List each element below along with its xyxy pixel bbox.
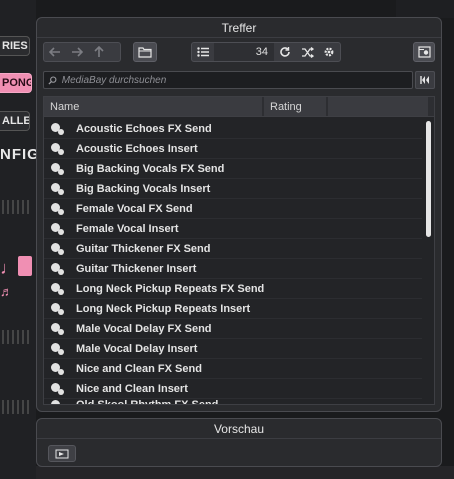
table-row[interactable]: Nice and Clean Insert — [44, 379, 422, 399]
table-row[interactable]: Male Vocal Delay Insert — [44, 339, 422, 359]
row-label: Guitar Thickener Insert — [76, 262, 197, 275]
forward-arrow-icon[interactable] — [66, 43, 88, 61]
table-row[interactable]: Female Vocal FX Send — [44, 199, 422, 219]
background-chip: RIES — [0, 36, 30, 56]
table-row[interactable]: Guitar Thickener Insert — [44, 259, 422, 279]
background-top-area — [396, 0, 454, 18]
table-row[interactable]: Male Vocal Delay FX Send — [44, 319, 422, 339]
preset-icon — [49, 222, 67, 236]
search-input[interactable] — [56, 74, 412, 86]
row-label: Male Vocal Delay FX Send — [76, 322, 212, 335]
preset-icon — [49, 282, 67, 296]
preset-icon — [49, 162, 67, 176]
row-label: Female Vocal FX Send — [76, 202, 193, 215]
background-knob-strip — [2, 330, 32, 344]
panel-settings-icon[interactable] — [413, 42, 435, 62]
scrollbar[interactable] — [426, 119, 432, 402]
row-label: Female Vocal Insert — [76, 222, 179, 235]
row-label: Nice and Clean FX Send — [76, 362, 202, 375]
background-bottom-area — [36, 466, 454, 479]
row-label: Acoustic Echoes FX Send — [76, 122, 212, 135]
music-note-icon: ♬ — [0, 284, 13, 299]
table-row[interactable]: Female Vocal Insert — [44, 219, 422, 239]
column-header-extra[interactable] — [328, 97, 428, 116]
row-label: Guitar Thickener FX Send — [76, 242, 211, 255]
background-chip: ALLEL — [0, 111, 30, 131]
preset-icon — [49, 342, 67, 356]
preset-icon — [49, 202, 67, 216]
column-header-name[interactable]: Name — [44, 97, 262, 116]
table-row[interactable]: Long Neck Pickup Repeats FX Send — [44, 279, 422, 299]
preview-title: Vorschau — [37, 419, 441, 439]
background-app-strip: RIES PONG ALLEL NFIG ♩ ♬ — [0, 0, 39, 479]
preset-icon — [49, 242, 67, 256]
row-label: Male Vocal Delay Insert — [76, 342, 198, 355]
preset-icon — [49, 362, 67, 376]
table-row[interactable]: Nice and Clean FX Send — [44, 359, 422, 379]
row-label: Nice and Clean Insert — [76, 382, 188, 395]
preset-icon — [49, 322, 67, 336]
preview-toggle-icon[interactable] — [48, 445, 76, 462]
results-count-group: 34 — [191, 42, 341, 62]
refresh-icon[interactable] — [274, 43, 296, 61]
search-field[interactable] — [43, 71, 413, 89]
preset-icon — [49, 182, 67, 196]
result-count: 34 — [214, 43, 274, 61]
toolbar: 34 — [43, 42, 435, 64]
preset-icon — [49, 382, 67, 396]
table-row[interactable]: Long Neck Pickup Repeats Insert — [44, 299, 422, 319]
table-rows: Acoustic Echoes FX Send Acoustic Echoes I… — [44, 119, 422, 404]
navigation-group — [43, 42, 121, 62]
settings-icon[interactable] — [318, 43, 340, 61]
shuffle-icon[interactable] — [296, 43, 318, 61]
table-row[interactable]: Guitar Thickener FX Send — [44, 239, 422, 259]
music-note-icon: ♩ — [0, 258, 18, 278]
results-panel: Treffer 34 MediaBay durchsuchen Name Rat… — [36, 17, 442, 412]
row-label: Long Neck Pickup Repeats Insert — [76, 302, 251, 315]
panel-title: Treffer — [37, 18, 441, 38]
preset-icon — [49, 262, 67, 276]
preset-icon — [49, 122, 67, 136]
table-row[interactable]: Big Backing Vocals FX Send — [44, 159, 422, 179]
preset-icon — [49, 399, 67, 404]
preset-icon — [49, 142, 67, 156]
list-icon[interactable] — [192, 43, 214, 61]
row-label: Big Backing Vocals FX Send — [76, 162, 225, 175]
column-header-rating[interactable]: Rating — [264, 97, 326, 116]
table-header: Name Rating — [44, 97, 434, 117]
background-knob-strip — [2, 200, 32, 214]
folder-icon[interactable] — [133, 42, 157, 62]
scrollbar-thumb[interactable] — [426, 121, 431, 237]
search-reset-icon[interactable] — [415, 71, 435, 89]
results-table: Name Rating Acoustic Echoes FX Send Acous… — [43, 96, 435, 405]
table-row[interactable]: Big Backing Vocals Insert — [44, 179, 422, 199]
background-knob-strip — [2, 400, 32, 414]
row-label: Long Neck Pickup Repeats FX Send — [76, 282, 265, 295]
pink-block-icon — [18, 256, 32, 276]
row-label: Acoustic Echoes Insert — [76, 142, 198, 155]
search-icon — [48, 75, 57, 84]
background-chip-active: PONG — [0, 73, 32, 93]
table-row[interactable]: Old Skool Rhythm FX Send — [44, 399, 422, 404]
back-arrow-icon[interactable] — [44, 43, 66, 61]
up-arrow-icon[interactable] — [88, 43, 110, 61]
preset-icon — [49, 302, 67, 316]
row-label: Big Backing Vocals Insert — [76, 182, 211, 195]
table-row[interactable]: Acoustic Echoes FX Send — [44, 119, 422, 139]
table-row[interactable]: Acoustic Echoes Insert — [44, 139, 422, 159]
background-heading: NFIG — [0, 146, 40, 163]
row-label: Old Skool Rhythm FX Send — [76, 399, 218, 404]
preview-panel: Vorschau — [36, 418, 442, 467]
